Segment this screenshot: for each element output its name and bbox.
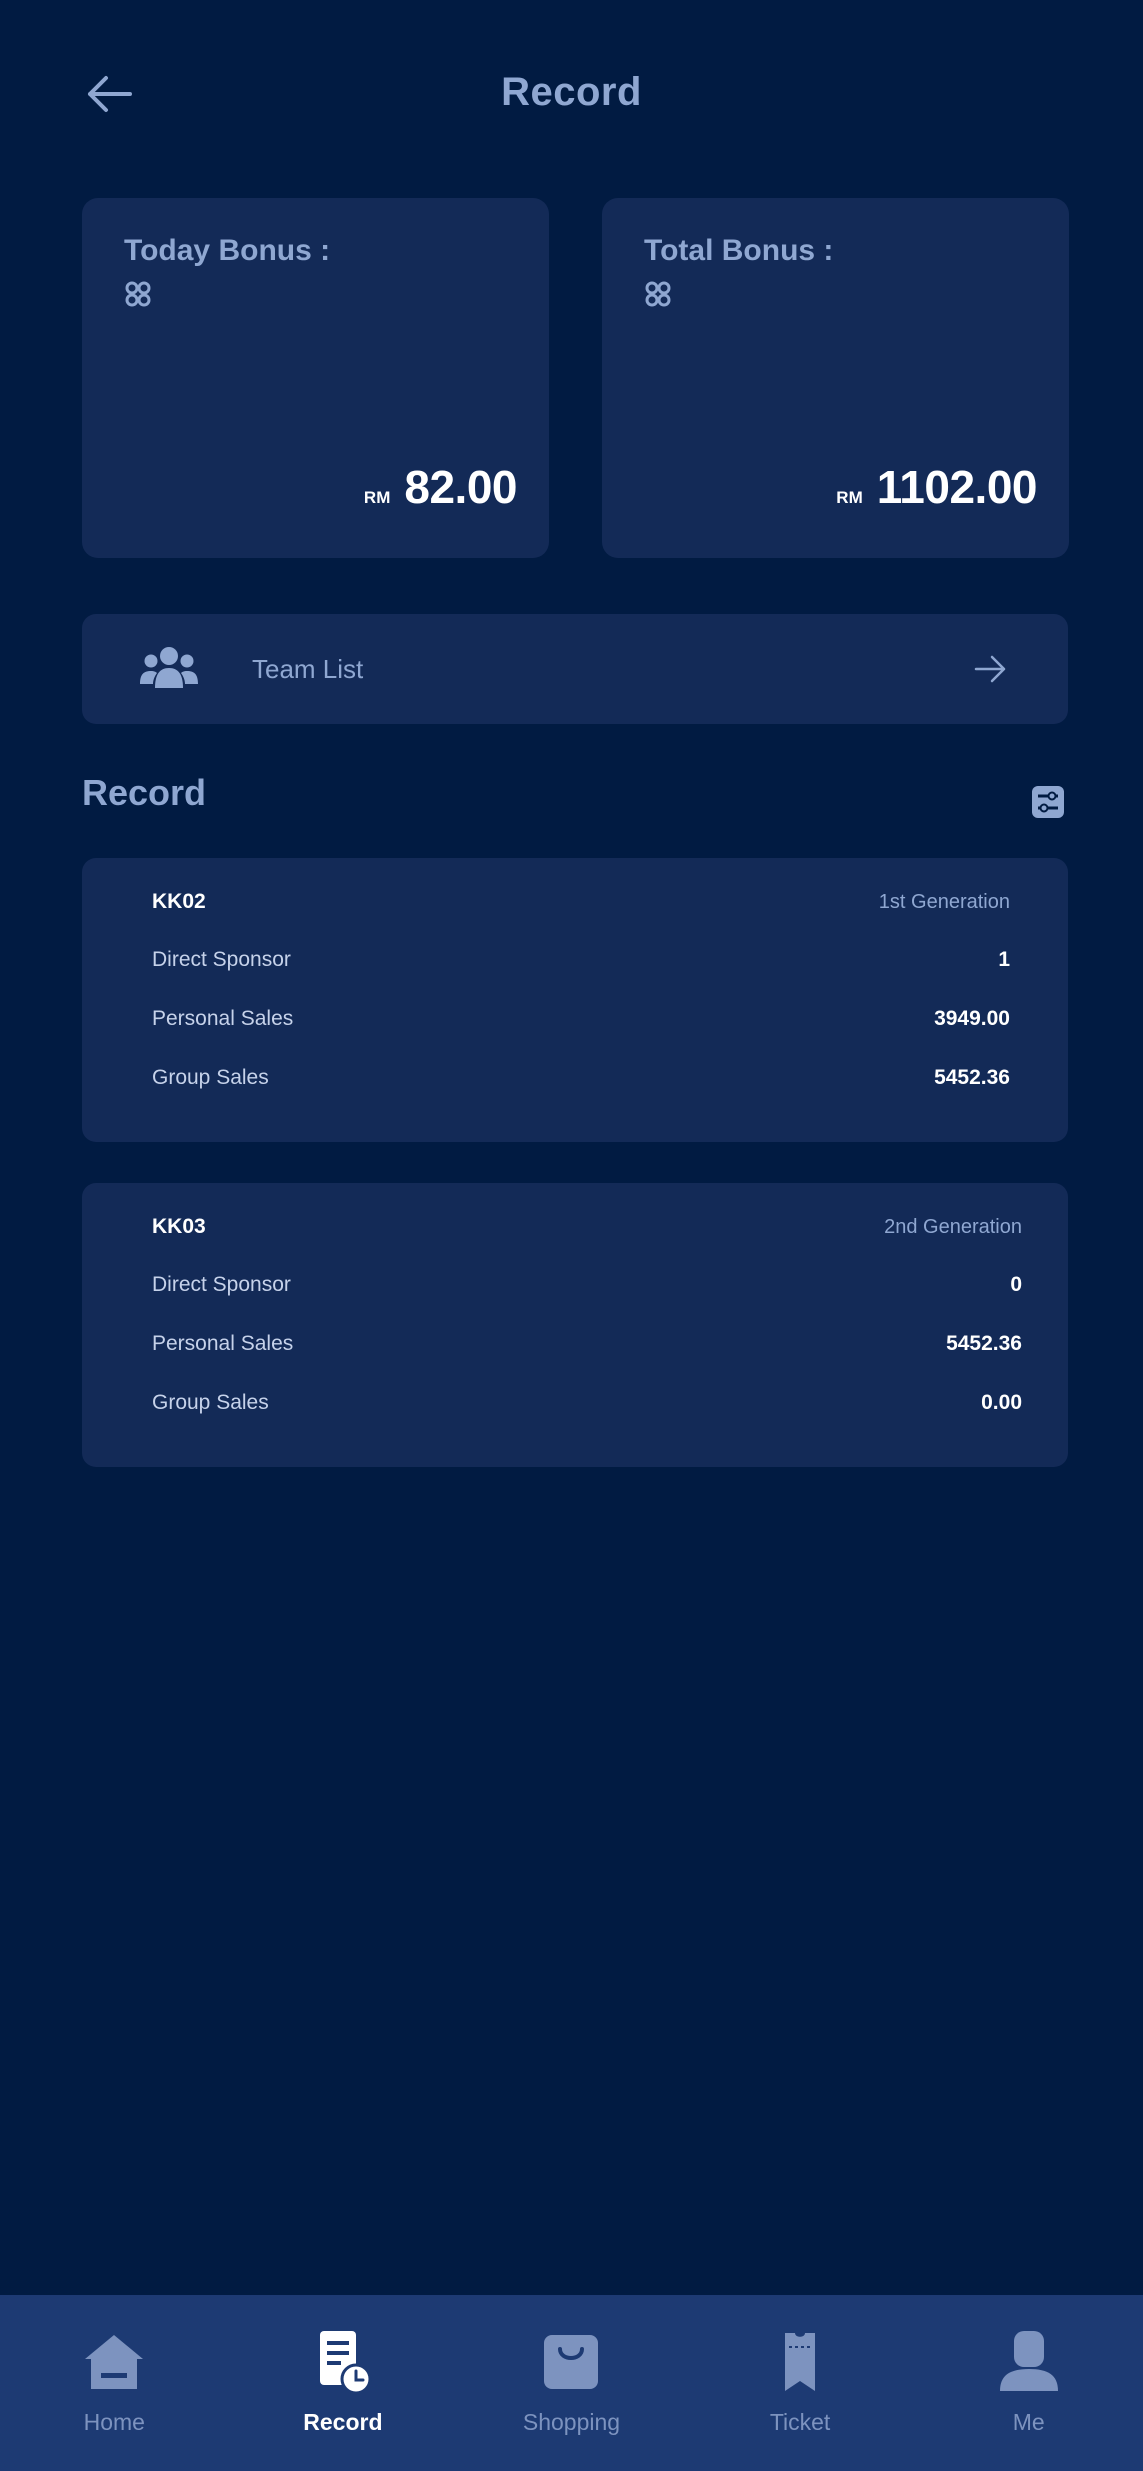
nav-label: Record <box>303 2409 383 2435</box>
record-card[interactable]: KK02 1st Generation Direct Sponsor 1 Per… <box>82 858 1068 1142</box>
bottom-nav: Home Record Shopping Ticket Me <box>0 2295 1143 2471</box>
record-row-label: Group Sales <box>152 1391 269 1414</box>
generation-label: 2nd Generation <box>884 1215 1022 1238</box>
total-bonus-value: 1102.00 <box>876 461 1038 513</box>
total-bonus-label: Total Bonus : <box>644 234 834 267</box>
apps-icon <box>125 281 151 307</box>
record-row-value: 1 <box>998 948 1010 971</box>
record-row-value: 3949.00 <box>934 1007 1010 1030</box>
team-list-button[interactable]: Team List <box>82 614 1068 724</box>
record-row-label: Personal Sales <box>152 1332 294 1355</box>
nav-item-record[interactable]: Record <box>243 2295 443 2471</box>
page-title: Record <box>501 70 642 114</box>
shopping-bag-icon <box>544 2335 599 2389</box>
record-row: Group Sales 0.00 <box>152 1391 1022 1415</box>
record-card[interactable]: KK03 2nd Generation Direct Sponsor 0 Per… <box>82 1183 1068 1467</box>
header: Record <box>0 0 1143 190</box>
user-icon <box>999 2331 1058 2391</box>
total-bonus-amount: RM 1102.00 <box>836 460 1037 514</box>
record-screen: Record Today Bonus : RM 82.00 Total Bonu… <box>0 0 1143 2471</box>
record-row-label: Direct Sponsor <box>152 948 291 971</box>
team-icon <box>140 647 198 688</box>
record-row-label: Group Sales <box>152 1066 269 1089</box>
record-row-value: 0.00 <box>981 1391 1022 1414</box>
today-bonus-value: 82.00 <box>404 461 517 513</box>
record-row-value: 5452.36 <box>934 1066 1010 1089</box>
record-row-label: Personal Sales <box>152 1007 294 1030</box>
record-row: Personal Sales 5452.36 <box>152 1332 1022 1356</box>
nav-label: Me <box>1012 2409 1045 2435</box>
today-bonus-amount: RM 82.00 <box>363 460 518 514</box>
generation-label: 1st Generation <box>878 890 1010 913</box>
record-row-label: Direct Sponsor <box>152 1273 291 1296</box>
nav-label: Ticket <box>769 2409 831 2435</box>
filter-button[interactable] <box>1030 784 1066 820</box>
apps-icon <box>645 281 671 307</box>
today-bonus-card: Today Bonus : RM 82.00 <box>82 198 549 558</box>
record-row: Personal Sales 3949.00 <box>152 1007 1010 1031</box>
record-row: Direct Sponsor 0 <box>152 1273 1022 1297</box>
record-row: Direct Sponsor 1 <box>152 948 1010 972</box>
nav-item-home[interactable]: Home <box>14 2295 214 2471</box>
record-icon <box>319 2331 372 2395</box>
nav-label: Home <box>83 2409 145 2435</box>
home-icon <box>85 2335 144 2389</box>
record-section-title: Record <box>82 772 207 813</box>
record-row: Group Sales 5452.36 <box>152 1066 1010 1090</box>
today-bonus-label: Today Bonus : <box>124 234 331 267</box>
currency-label: RM <box>363 488 391 507</box>
record-header-row: KK02 1st Generation <box>152 890 1010 914</box>
nav-item-ticket[interactable]: Ticket <box>700 2295 900 2471</box>
nav-label: Shopping <box>522 2409 621 2435</box>
total-bonus-card: Total Bonus : RM 1102.00 <box>602 198 1069 558</box>
currency-label: RM <box>836 488 863 507</box>
record-row-value: 5452.36 <box>946 1332 1022 1355</box>
team-list-label: Team List <box>252 654 364 684</box>
nav-item-shopping[interactable]: Shopping <box>471 2295 671 2471</box>
filter-icon <box>1032 786 1064 818</box>
member-id: KK02 <box>152 890 206 913</box>
record-row-value: 0 <box>1010 1273 1022 1296</box>
ticket-icon <box>785 2333 816 2391</box>
nav-item-me[interactable]: Me <box>929 2295 1129 2471</box>
record-header-row: KK03 2nd Generation <box>152 1215 1022 1239</box>
arrow-right-icon <box>974 655 1006 683</box>
member-id: KK03 <box>152 1215 206 1238</box>
